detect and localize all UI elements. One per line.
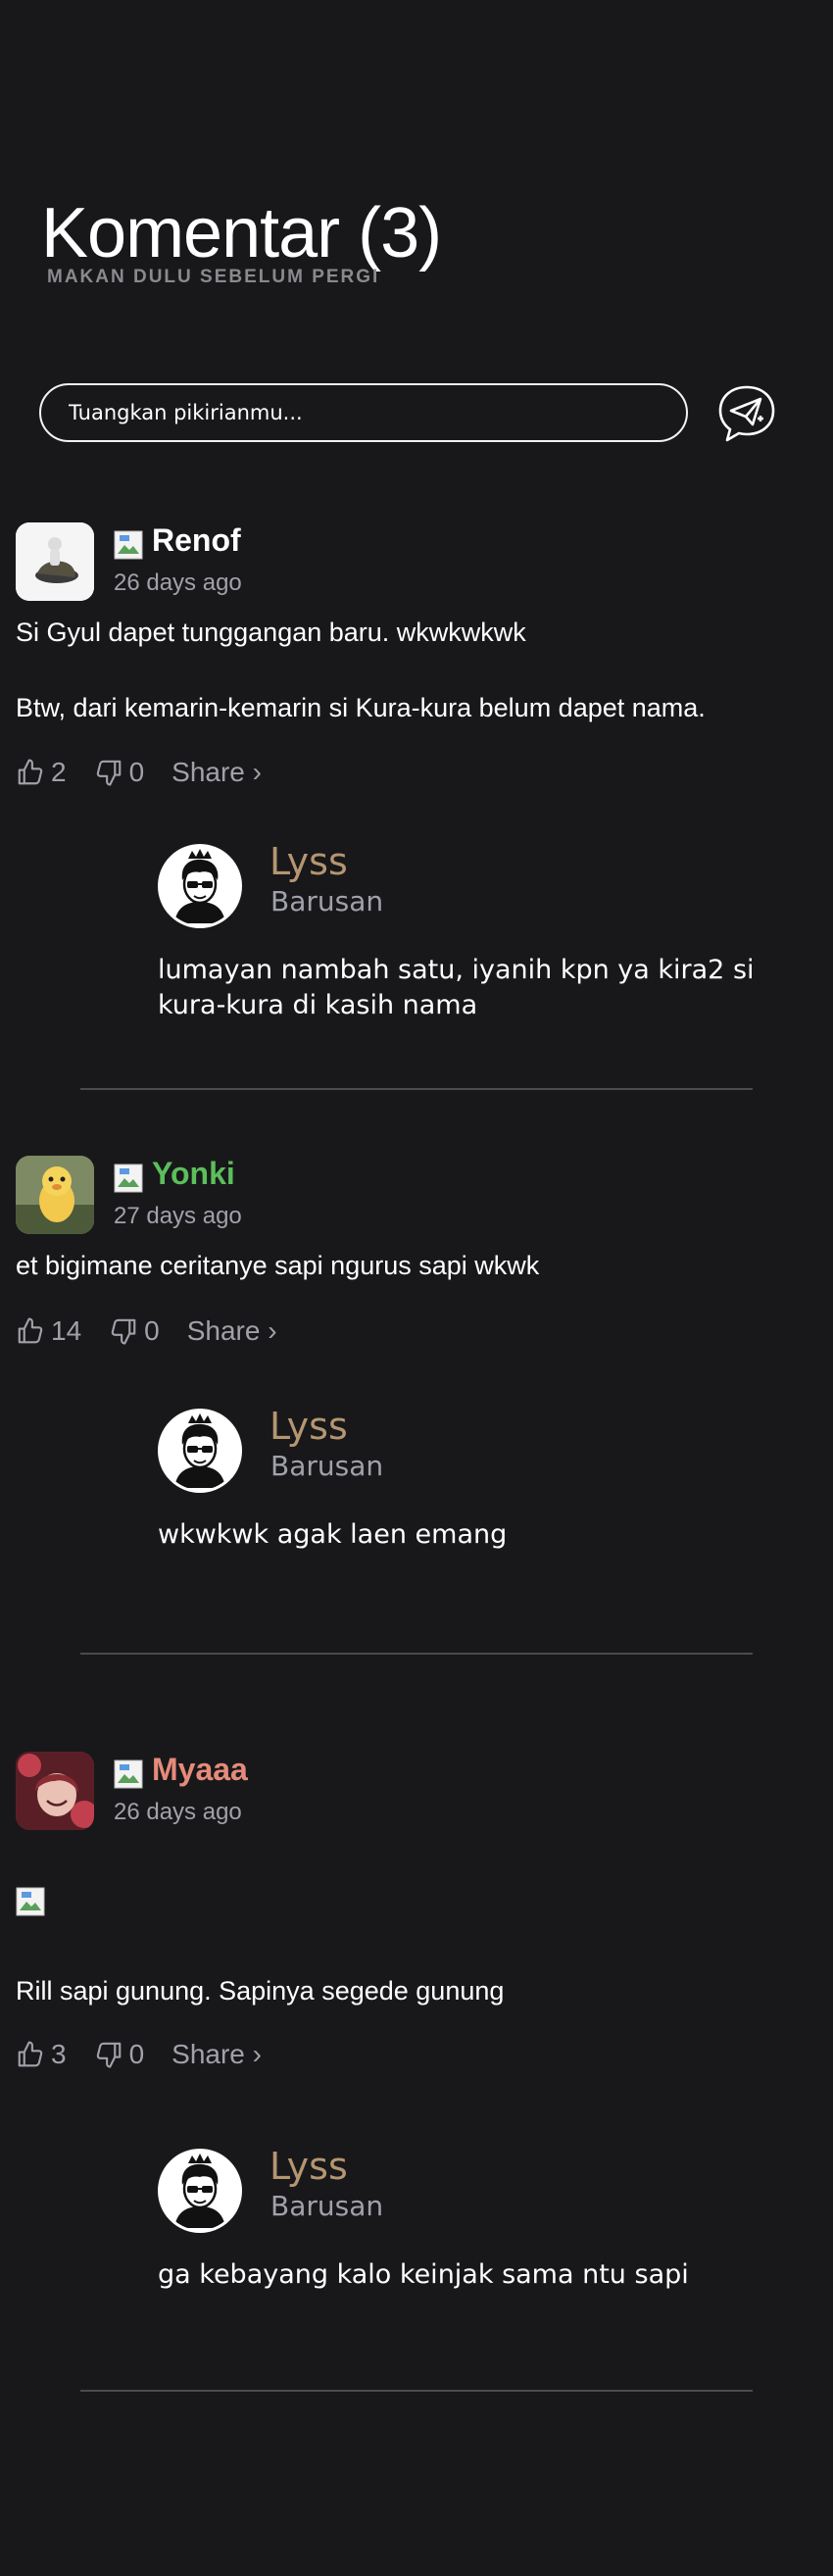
- like-count: 14: [51, 1315, 82, 1346]
- comment-timestamp: 26 days ago: [114, 1799, 242, 1825]
- comment-timestamp: 27 days ago: [114, 1203, 242, 1229]
- reply-item: Lyss Barusan ga kebayang kalo keinjak sa…: [158, 2145, 765, 2345]
- thumbs-up-icon: [18, 2041, 43, 2067]
- thumbs-up-icon: [18, 1317, 43, 1344]
- reply-text: lumayan nambah satu, iyanih kpn ya kira2…: [158, 955, 755, 1020]
- dislike-button[interactable]: 0: [109, 1315, 160, 1347]
- reply-timestamp: Barusan: [270, 1450, 384, 1482]
- avatar-glasses-crown-icon: [161, 847, 239, 925]
- avatar-glasses-crown-icon: [161, 1412, 239, 1490]
- comment-text-line: et bigimane ceritanye sapi ngurus sapi w…: [16, 1251, 540, 1280]
- comment-username[interactable]: Renof: [152, 522, 241, 559]
- thumbs-up-icon: [18, 759, 43, 785]
- broken-image-icon: [114, 1164, 143, 1193]
- comment-text-line: Btw, dari kemarin-kemarin si Kura-kura b…: [16, 693, 706, 722]
- comment-username[interactable]: Myaaa: [152, 1752, 248, 1788]
- like-count: 3: [51, 2039, 67, 2069]
- reply-timestamp: Barusan: [270, 885, 384, 917]
- comment-username[interactable]: Yonki: [152, 1156, 235, 1192]
- reply-avatar[interactable]: [158, 1409, 242, 1493]
- broken-image-icon: [114, 530, 143, 560]
- comment-text-line: Si Gyul dapet tunggangan baru. wkwkwkwk: [16, 618, 526, 647]
- page-title: Komentar (3): [41, 194, 442, 272]
- page-header: Komentar (3) MAKAN DULU SEBELUM PERGI: [41, 192, 442, 288]
- like-count: 2: [51, 757, 67, 787]
- comment-composer: [39, 383, 784, 442]
- reply-avatar[interactable]: [158, 844, 242, 928]
- comment-item: Yonki 27 days ago et bigimane ceritanye …: [16, 1156, 819, 1626]
- avatar-image: [16, 522, 94, 601]
- dislike-count: 0: [128, 757, 145, 787]
- reply-item: Lyss Barusan wkwkwk agak laen emang: [158, 1405, 765, 1605]
- reply-avatar[interactable]: [158, 2149, 242, 2233]
- comment-input[interactable]: [39, 383, 688, 442]
- divider: [80, 2390, 753, 2392]
- dislike-count: 0: [144, 1315, 160, 1346]
- comment-actions: 14 0 Share ›: [16, 1312, 305, 1351]
- avatar-image: [16, 1752, 94, 1830]
- comment-item: Renof 26 days ago Si Gyul dapet tunggang…: [16, 522, 819, 1071]
- comment-item: Myaaa 26 days ago Rill sapi gunung. Sapi…: [16, 1752, 819, 2438]
- dislike-count: 0: [128, 2039, 145, 2069]
- broken-image-icon: [16, 1887, 45, 1916]
- reply-text: wkwkwk agak laen emang: [158, 1519, 508, 1550]
- reply-timestamp: Barusan: [270, 2190, 384, 2222]
- reply-username[interactable]: Lyss: [270, 1405, 348, 1448]
- like-button[interactable]: 3: [16, 2039, 67, 2070]
- dislike-button[interactable]: 0: [94, 2039, 145, 2070]
- avatar[interactable]: [16, 1156, 94, 1234]
- avatar-glasses-crown-icon: [161, 2152, 239, 2230]
- thumbs-down-icon: [111, 1318, 136, 1345]
- send-plane-icon: [718, 385, 775, 442]
- thumbs-down-icon: [96, 760, 121, 786]
- reply-text: ga kebayang kalo keinjak sama ntu sapi: [158, 2259, 689, 2290]
- reply-item: Lyss Barusan lumayan nambah satu, iyanih…: [158, 840, 765, 1040]
- send-button[interactable]: [715, 381, 778, 444]
- reply-username[interactable]: Lyss: [270, 840, 348, 883]
- comment-actions: 3 0 Share ›: [16, 2035, 289, 2074]
- divider: [80, 1653, 753, 1655]
- avatar[interactable]: [16, 522, 94, 601]
- comment-actions: 2 0 Share ›: [16, 753, 289, 792]
- broken-image-icon: [114, 1759, 143, 1789]
- comment-timestamp: 26 days ago: [114, 570, 242, 596]
- dislike-button[interactable]: 0: [94, 757, 145, 788]
- like-button[interactable]: 2: [16, 757, 67, 788]
- divider: [80, 1088, 753, 1090]
- avatar-image: [16, 1156, 94, 1234]
- reply-username[interactable]: Lyss: [270, 2145, 348, 2188]
- thumbs-down-icon: [96, 2042, 121, 2068]
- share-button[interactable]: Share ›: [172, 2039, 262, 2070]
- like-button[interactable]: 14: [16, 1315, 81, 1347]
- comment-text-line: Rill sapi gunung. Sapinya segede gunung: [16, 1976, 505, 2006]
- avatar[interactable]: [16, 1752, 94, 1830]
- share-button[interactable]: Share ›: [172, 757, 262, 788]
- share-button[interactable]: Share ›: [187, 1315, 277, 1347]
